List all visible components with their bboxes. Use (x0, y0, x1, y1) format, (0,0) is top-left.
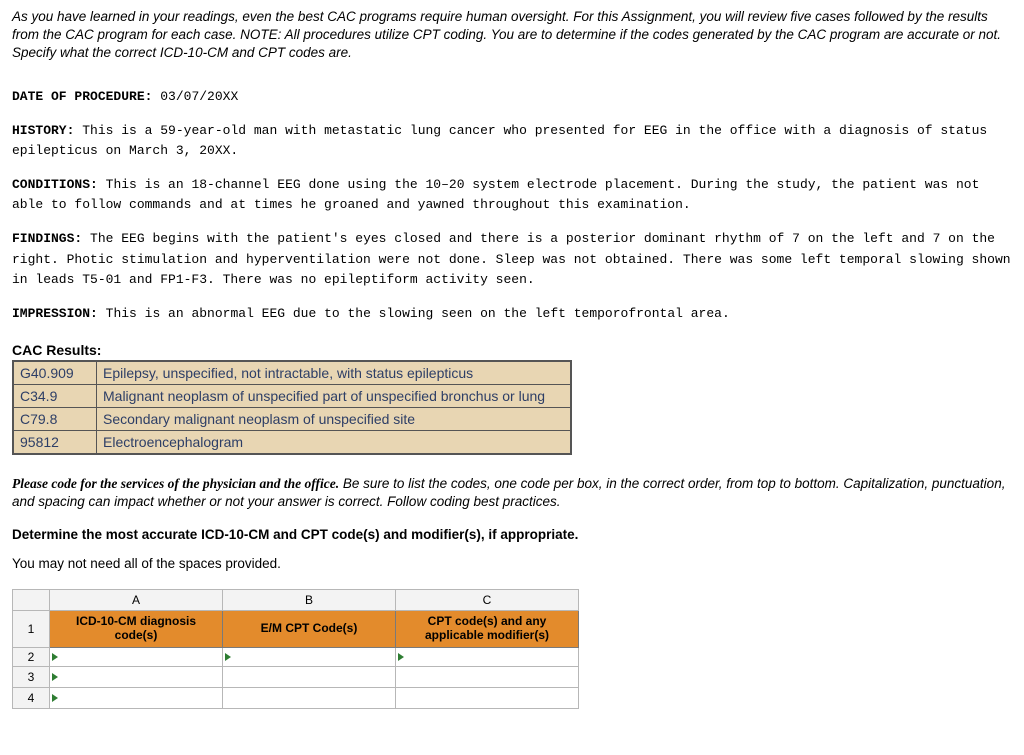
findings-label: FINDINGS: (12, 231, 82, 246)
row-number: 4 (13, 687, 50, 708)
history-text: This is a 59-year-old man with metastati… (12, 123, 987, 158)
answer-cell-c3[interactable] (396, 666, 579, 687)
cell-marker-icon (52, 653, 58, 661)
answer-cell-c4[interactable] (396, 687, 579, 708)
cac-code: C79.8 (13, 407, 97, 430)
cac-desc: Electroencephalogram (97, 430, 572, 454)
cell-marker-icon (225, 653, 231, 661)
history-line: HISTORY: This is a 59-year-old man with … (12, 121, 1012, 161)
header-cpt-mod: CPT code(s) and any applicable modifier(… (396, 611, 579, 648)
answer-spreadsheet: A B C 1 ICD-10-CM diagnosis code(s) E/M … (12, 589, 579, 709)
sheet-corner (13, 590, 50, 611)
cell-marker-icon (52, 673, 58, 681)
conditions-line: CONDITIONS: This is an 18-channel EEG do… (12, 175, 1012, 215)
determine-line: Determine the most accurate ICD-10-CM an… (12, 527, 1012, 542)
cac-code: G40.909 (13, 361, 97, 385)
cac-desc: Malignant neoplasm of unspecified part o… (97, 384, 572, 407)
cac-results-heading: CAC Results: (12, 342, 1012, 358)
procedure-report: DATE OF PROCEDURE: 03/07/20XX HISTORY: T… (12, 87, 1012, 324)
row-number: 1 (13, 611, 50, 648)
impression-line: IMPRESSION: This is an abnormal EEG due … (12, 304, 1012, 324)
cell-marker-icon (52, 694, 58, 702)
answer-cell-b4[interactable] (223, 687, 396, 708)
history-label: HISTORY: (12, 123, 74, 138)
spaces-note: You may not need all of the spaces provi… (12, 556, 1012, 571)
header-icd10: ICD-10-CM diagnosis code(s) (50, 611, 223, 648)
answer-cell-a3[interactable] (50, 666, 223, 687)
assignment-intro: As you have learned in your readings, ev… (12, 8, 1012, 63)
cell-marker-icon (398, 653, 404, 661)
col-letter-c: C (396, 590, 579, 611)
impression-label: IMPRESSION: (12, 306, 98, 321)
cac-code: 95812 (13, 430, 97, 454)
answer-cell-a2[interactable] (50, 647, 223, 666)
table-row: G40.909 Epilepsy, unspecified, not intra… (13, 361, 571, 385)
conditions-text: This is an 18-channel EEG done using the… (12, 177, 979, 212)
row-number: 2 (13, 647, 50, 666)
impression-text: This is an abnormal EEG due to the slowi… (106, 306, 730, 321)
cac-results-table: G40.909 Epilepsy, unspecified, not intra… (12, 360, 572, 455)
table-row: C79.8 Secondary malignant neoplasm of un… (13, 407, 571, 430)
answer-cell-c2[interactable] (396, 647, 579, 666)
answer-cell-b3[interactable] (223, 666, 396, 687)
conditions-label: CONDITIONS: (12, 177, 98, 192)
instructions-lead: Please code for the services of the phys… (12, 476, 339, 491)
coding-instructions: Please code for the services of the phys… (12, 475, 1012, 511)
answer-cell-b2[interactable] (223, 647, 396, 666)
cac-desc: Secondary malignant neoplasm of unspecif… (97, 407, 572, 430)
date-value: 03/07/20XX (160, 89, 238, 104)
date-label: DATE OF PROCEDURE: (12, 89, 152, 104)
date-line: DATE OF PROCEDURE: 03/07/20XX (12, 87, 1012, 107)
cac-code: C34.9 (13, 384, 97, 407)
findings-text: The EEG begins with the patient's eyes c… (12, 231, 1011, 286)
col-letter-b: B (223, 590, 396, 611)
col-letter-a: A (50, 590, 223, 611)
findings-line: FINDINGS: The EEG begins with the patien… (12, 229, 1012, 289)
table-row: 95812 Electroencephalogram (13, 430, 571, 454)
cac-desc: Epilepsy, unspecified, not intractable, … (97, 361, 572, 385)
header-em-cpt: E/M CPT Code(s) (223, 611, 396, 648)
row-number: 3 (13, 666, 50, 687)
table-row: C34.9 Malignant neoplasm of unspecified … (13, 384, 571, 407)
answer-cell-a4[interactable] (50, 687, 223, 708)
